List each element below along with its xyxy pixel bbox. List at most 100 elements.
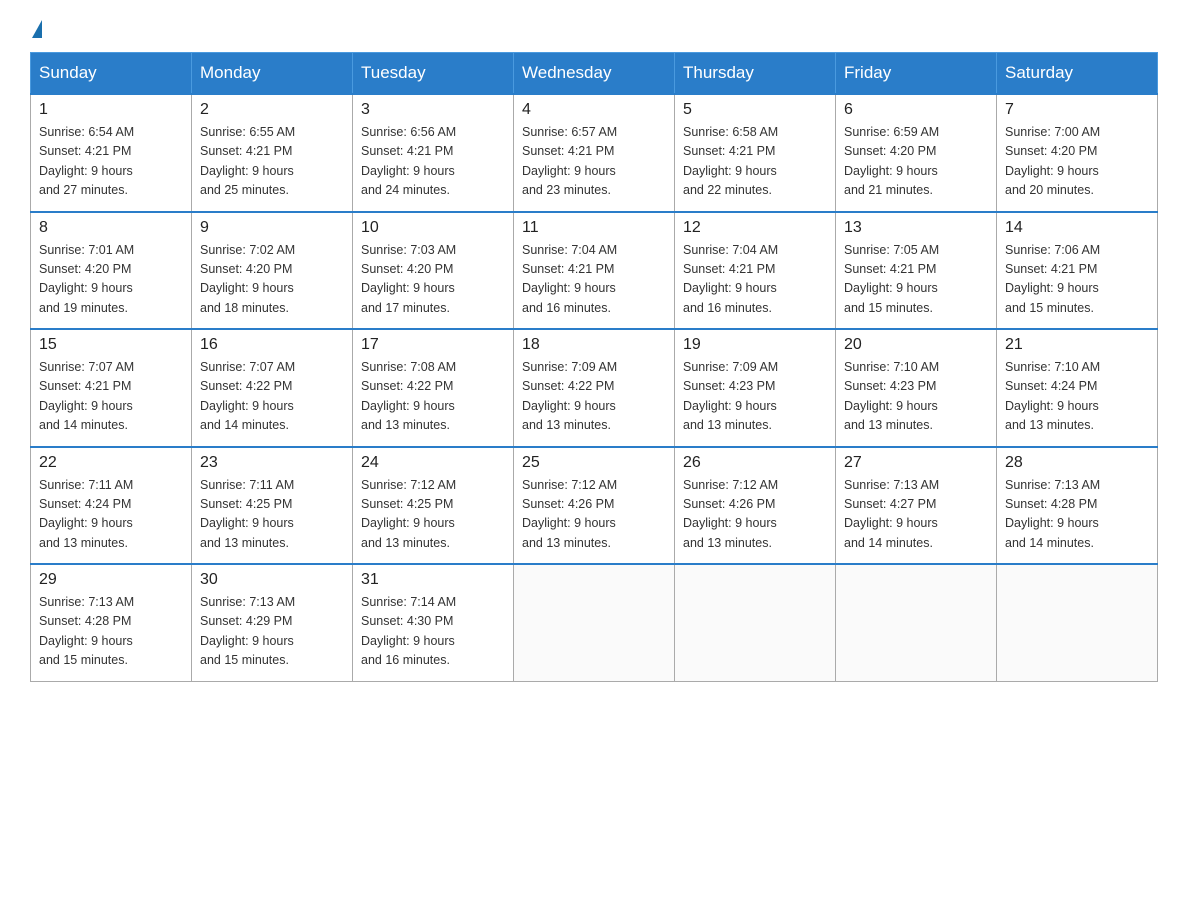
day-number: 12 xyxy=(683,219,827,237)
day-number: 26 xyxy=(683,454,827,472)
calendar-cell: 16 Sunrise: 7:07 AMSunset: 4:22 PMDayligh… xyxy=(192,329,353,447)
calendar-cell: 18 Sunrise: 7:09 AMSunset: 4:22 PMDayligh… xyxy=(514,329,675,447)
day-info: Sunrise: 7:00 AMSunset: 4:20 PMDaylight:… xyxy=(1005,123,1149,201)
day-info: Sunrise: 7:04 AMSunset: 4:21 PMDaylight:… xyxy=(683,241,827,319)
day-number: 30 xyxy=(200,571,344,589)
day-number: 15 xyxy=(39,336,183,354)
day-number: 14 xyxy=(1005,219,1149,237)
calendar-cell: 21 Sunrise: 7:10 AMSunset: 4:24 PMDayligh… xyxy=(997,329,1158,447)
calendar-cell: 8Sunrise: 7:01 AMSunset: 4:20 PMDaylight… xyxy=(31,212,192,330)
day-number: 10 xyxy=(361,219,505,237)
weekday-header-saturday: Saturday xyxy=(997,53,1158,95)
weekday-header-wednesday: Wednesday xyxy=(514,53,675,95)
day-number: 27 xyxy=(844,454,988,472)
calendar-cell: 27 Sunrise: 7:13 AMSunset: 4:27 PMDayligh… xyxy=(836,447,997,565)
day-info: Sunrise: 6:59 AMSunset: 4:20 PMDaylight:… xyxy=(844,123,988,201)
calendar-cell: 3 Sunrise: 6:56 AMSunset: 4:21 PMDaylight… xyxy=(353,94,514,212)
day-info: Sunrise: 7:07 AMSunset: 4:22 PMDaylight:… xyxy=(200,358,344,436)
day-info: Sunrise: 7:10 AMSunset: 4:23 PMDaylight:… xyxy=(844,358,988,436)
calendar-cell: 12 Sunrise: 7:04 AMSunset: 4:21 PMDayligh… xyxy=(675,212,836,330)
calendar-week-1: 1 Sunrise: 6:54 AMSunset: 4:21 PMDaylight… xyxy=(31,94,1158,212)
calendar-cell: 25 Sunrise: 7:12 AMSunset: 4:26 PMDayligh… xyxy=(514,447,675,565)
day-info: Sunrise: 7:10 AMSunset: 4:24 PMDaylight:… xyxy=(1005,358,1149,436)
calendar-cell: 2 Sunrise: 6:55 AMSunset: 4:21 PMDaylight… xyxy=(192,94,353,212)
calendar-cell xyxy=(514,564,675,681)
calendar-cell: 24 Sunrise: 7:12 AMSunset: 4:25 PMDayligh… xyxy=(353,447,514,565)
calendar-cell: 4 Sunrise: 6:57 AMSunset: 4:21 PMDaylight… xyxy=(514,94,675,212)
day-info: Sunrise: 7:12 AMSunset: 4:26 PMDaylight:… xyxy=(522,476,666,554)
day-number: 31 xyxy=(361,571,505,589)
day-info: Sunrise: 7:11 AMSunset: 4:24 PMDaylight:… xyxy=(39,476,183,554)
day-number: 18 xyxy=(522,336,666,354)
weekday-header-sunday: Sunday xyxy=(31,53,192,95)
calendar-cell: 29Sunrise: 7:13 AMSunset: 4:28 PMDayligh… xyxy=(31,564,192,681)
calendar-cell xyxy=(675,564,836,681)
calendar-cell: 23 Sunrise: 7:11 AMSunset: 4:25 PMDayligh… xyxy=(192,447,353,565)
calendar-cell xyxy=(836,564,997,681)
calendar-cell: 20 Sunrise: 7:10 AMSunset: 4:23 PMDayligh… xyxy=(836,329,997,447)
day-number: 2 xyxy=(200,101,344,119)
day-info: Sunrise: 7:11 AMSunset: 4:25 PMDaylight:… xyxy=(200,476,344,554)
calendar-cell: 1 Sunrise: 6:54 AMSunset: 4:21 PMDaylight… xyxy=(31,94,192,212)
calendar-cell: 22 Sunrise: 7:11 AMSunset: 4:24 PMDayligh… xyxy=(31,447,192,565)
day-info: Sunrise: 6:56 AMSunset: 4:21 PMDaylight:… xyxy=(361,123,505,201)
day-info: Sunrise: 6:55 AMSunset: 4:21 PMDaylight:… xyxy=(200,123,344,201)
day-info: Sunrise: 7:13 AMSunset: 4:29 PMDaylight:… xyxy=(200,593,344,671)
day-number: 11 xyxy=(522,219,666,237)
day-info: Sunrise: 6:58 AMSunset: 4:21 PMDaylight:… xyxy=(683,123,827,201)
day-info: Sunrise: 7:14 AMSunset: 4:30 PMDaylight:… xyxy=(361,593,505,671)
weekday-header-tuesday: Tuesday xyxy=(353,53,514,95)
weekday-header-monday: Monday xyxy=(192,53,353,95)
page-header xyxy=(30,20,1158,34)
day-number: 29 xyxy=(39,571,183,589)
day-info: Sunrise: 7:13 AMSunset: 4:27 PMDaylight:… xyxy=(844,476,988,554)
day-info: Sunrise: 7:05 AMSunset: 4:21 PMDaylight:… xyxy=(844,241,988,319)
day-info: Sunrise: 7:03 AMSunset: 4:20 PMDaylight:… xyxy=(361,241,505,319)
calendar-cell: 6 Sunrise: 6:59 AMSunset: 4:20 PMDaylight… xyxy=(836,94,997,212)
day-info: Sunrise: 7:04 AMSunset: 4:21 PMDaylight:… xyxy=(522,241,666,319)
day-number: 21 xyxy=(1005,336,1149,354)
day-number: 8 xyxy=(39,219,183,237)
logo xyxy=(30,20,42,34)
day-info: Sunrise: 7:07 AMSunset: 4:21 PMDaylight:… xyxy=(39,358,183,436)
day-info: Sunrise: 7:02 AMSunset: 4:20 PMDaylight:… xyxy=(200,241,344,319)
day-number: 9 xyxy=(200,219,344,237)
day-info: Sunrise: 7:08 AMSunset: 4:22 PMDaylight:… xyxy=(361,358,505,436)
calendar-cell: 10 Sunrise: 7:03 AMSunset: 4:20 PMDayligh… xyxy=(353,212,514,330)
day-number: 16 xyxy=(200,336,344,354)
calendar-cell: 30 Sunrise: 7:13 AMSunset: 4:29 PMDayligh… xyxy=(192,564,353,681)
day-info: Sunrise: 7:09 AMSunset: 4:22 PMDaylight:… xyxy=(522,358,666,436)
day-number: 6 xyxy=(844,101,988,119)
day-info: Sunrise: 6:54 AMSunset: 4:21 PMDaylight:… xyxy=(39,123,183,201)
day-number: 7 xyxy=(1005,101,1149,119)
day-number: 13 xyxy=(844,219,988,237)
day-info: Sunrise: 7:12 AMSunset: 4:25 PMDaylight:… xyxy=(361,476,505,554)
calendar-table: SundayMondayTuesdayWednesdayThursdayFrid… xyxy=(30,52,1158,682)
day-number: 23 xyxy=(200,454,344,472)
day-info: Sunrise: 6:57 AMSunset: 4:21 PMDaylight:… xyxy=(522,123,666,201)
calendar-cell: 15 Sunrise: 7:07 AMSunset: 4:21 PMDayligh… xyxy=(31,329,192,447)
day-number: 24 xyxy=(361,454,505,472)
calendar-cell: 11 Sunrise: 7:04 AMSunset: 4:21 PMDayligh… xyxy=(514,212,675,330)
calendar-cell: 26Sunrise: 7:12 AMSunset: 4:26 PMDayligh… xyxy=(675,447,836,565)
calendar-cell: 5Sunrise: 6:58 AMSunset: 4:21 PMDaylight… xyxy=(675,94,836,212)
calendar-cell: 13 Sunrise: 7:05 AMSunset: 4:21 PMDayligh… xyxy=(836,212,997,330)
day-number: 4 xyxy=(522,101,666,119)
calendar-cell: 28Sunrise: 7:13 AMSunset: 4:28 PMDayligh… xyxy=(997,447,1158,565)
weekday-header-thursday: Thursday xyxy=(675,53,836,95)
calendar-cell: 9 Sunrise: 7:02 AMSunset: 4:20 PMDaylight… xyxy=(192,212,353,330)
day-number: 19 xyxy=(683,336,827,354)
logo-triangle-icon xyxy=(32,20,42,38)
day-number: 17 xyxy=(361,336,505,354)
day-info: Sunrise: 7:09 AMSunset: 4:23 PMDaylight:… xyxy=(683,358,827,436)
day-number: 20 xyxy=(844,336,988,354)
day-number: 25 xyxy=(522,454,666,472)
day-number: 3 xyxy=(361,101,505,119)
day-number: 28 xyxy=(1005,454,1149,472)
calendar-week-3: 15 Sunrise: 7:07 AMSunset: 4:21 PMDayligh… xyxy=(31,329,1158,447)
calendar-week-4: 22 Sunrise: 7:11 AMSunset: 4:24 PMDayligh… xyxy=(31,447,1158,565)
calendar-cell: 14 Sunrise: 7:06 AMSunset: 4:21 PMDayligh… xyxy=(997,212,1158,330)
day-number: 22 xyxy=(39,454,183,472)
day-info: Sunrise: 7:06 AMSunset: 4:21 PMDaylight:… xyxy=(1005,241,1149,319)
day-number: 1 xyxy=(39,101,183,119)
